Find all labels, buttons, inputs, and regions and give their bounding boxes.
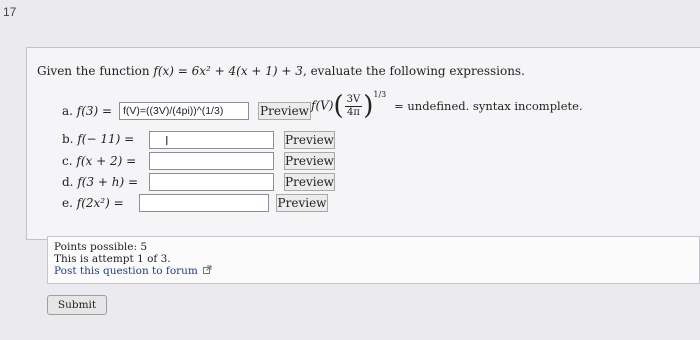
preview-button-e[interactable]: Preview xyxy=(276,194,328,212)
answer-field-a[interactable]: f(V)=((3V)/(4pi))^(1/3) xyxy=(119,102,249,120)
question-card: Given the function f(x) = 6x² + 4(x + 1)… xyxy=(26,47,700,240)
preview-result-a: f(V)(3V 4π)1/3 = undefined. syntax incomp… xyxy=(311,89,583,122)
preview-button-c[interactable]: Preview xyxy=(284,152,335,170)
i-beam-cursor-icon: I xyxy=(165,134,169,148)
post-to-forum-link[interactable]: Post this question to forum xyxy=(54,265,198,277)
question-info-box: Points possible: 5 This is attempt 1 of … xyxy=(47,236,700,284)
preview-lhs: f(V) xyxy=(311,98,334,113)
preview-button-a[interactable]: Preview xyxy=(258,102,311,120)
attempt-count: This is attempt 1 of 3. xyxy=(54,253,171,265)
prompt-tail: , evaluate the following expressions. xyxy=(302,64,525,78)
preview-fraction: 3V 4π xyxy=(344,93,363,118)
answer-field-e[interactable] xyxy=(139,194,269,212)
part-d-label: d. f(3 + h) = xyxy=(62,175,139,189)
submit-button[interactable]: Submit xyxy=(47,295,107,315)
external-link-icon[interactable] xyxy=(203,265,212,277)
points-possible: Points possible: 5 xyxy=(54,241,148,253)
part-c-label: c. f(x + 2) = xyxy=(62,154,137,168)
preview-exponent: 1/3 xyxy=(373,89,387,99)
question-prompt: Given the function f(x) = 6x² + 4(x + 1)… xyxy=(37,64,525,78)
part-a-label: a. f(3) = xyxy=(62,104,113,118)
answer-field-c[interactable] xyxy=(149,152,274,170)
prompt-lead: Given the function xyxy=(37,64,150,78)
preview-button-d[interactable]: Preview xyxy=(284,173,335,191)
part-b-label: b. f(− 11) = xyxy=(62,132,135,146)
preview-button-b[interactable]: Preview xyxy=(284,131,335,149)
part-e-label: e. f(2x²) = xyxy=(62,196,124,210)
answer-field-b[interactable]: I xyxy=(149,131,274,149)
prompt-function: f(x) = 6x² + 4(x + 1) + 3 xyxy=(153,64,303,78)
question-number: 17 xyxy=(3,5,17,19)
answer-field-d[interactable] xyxy=(149,173,274,191)
preview-message: = undefined. syntax incomplete. xyxy=(394,98,583,113)
